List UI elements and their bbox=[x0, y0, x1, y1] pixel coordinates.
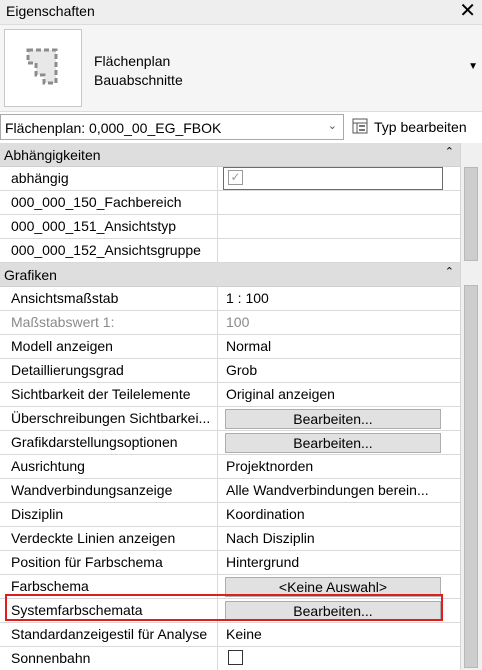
panel-titlebar: Eigenschaften ✕ bbox=[0, 0, 482, 24]
property-name: Maßstabswert 1: bbox=[0, 311, 218, 334]
instance-filter-value: Flächenplan: 0,000_00_EG_FBOK bbox=[5, 120, 222, 136]
group-label: Grafiken bbox=[4, 267, 57, 283]
property-value[interactable] bbox=[223, 239, 443, 262]
edit-type-icon bbox=[352, 118, 368, 134]
table-row[interactable]: Verdeckte Linien anzeigen Nach Disziplin bbox=[0, 527, 460, 551]
property-value[interactable]: Hintergrund bbox=[223, 551, 443, 574]
dependent-checkbox[interactable]: ✓ bbox=[228, 170, 243, 185]
properties-grid: Abhängigkeiten ⌃ abhängig ✓ 000_000_150_… bbox=[0, 143, 460, 670]
property-name: Überschreibungen Sichtbarkei... bbox=[0, 407, 218, 430]
property-value: 100 bbox=[226, 314, 250, 330]
property-value[interactable] bbox=[223, 215, 443, 238]
collapse-icon[interactable]: ⌃ bbox=[445, 265, 454, 278]
graphic-display-options-edit-button[interactable]: Bearbeiten... bbox=[225, 433, 441, 453]
table-row[interactable]: 000_000_152_Ansichtsgruppe bbox=[0, 239, 460, 263]
table-row[interactable]: Ansichtsmaßstab 1 : 100 bbox=[0, 287, 460, 311]
property-name: Systemfarbschemata bbox=[0, 599, 218, 622]
edit-type-button[interactable]: Typ bearbeiten bbox=[350, 114, 480, 140]
property-name: Grafikdarstellungsoptionen bbox=[0, 431, 218, 454]
close-icon[interactable]: ✕ bbox=[459, 0, 476, 22]
property-name: abhängig bbox=[0, 167, 218, 190]
property-name: Sonnenbahn bbox=[0, 647, 218, 670]
table-row[interactable]: Sichtbarkeit der Teilelemente Original a… bbox=[0, 383, 460, 407]
visibility-overrides-edit-button[interactable]: Bearbeiten... bbox=[225, 409, 441, 429]
property-value[interactable] bbox=[223, 191, 443, 214]
property-name: Sichtbarkeit der Teilelemente bbox=[0, 383, 218, 406]
chevron-down-icon: ⌄ bbox=[327, 120, 337, 132]
group-constraints[interactable]: Abhängigkeiten ⌃ bbox=[0, 143, 460, 167]
property-name: Farbschema bbox=[0, 575, 218, 598]
type-name: Bauabschnitte bbox=[94, 72, 183, 88]
scrollbar[interactable] bbox=[460, 143, 482, 670]
instance-filter-dropdown[interactable]: Flächenplan: 0,000_00_EG_FBOK ⌄ bbox=[0, 114, 344, 140]
system-color-schemes-edit-button[interactable]: Bearbeiten... bbox=[225, 601, 441, 621]
table-row: Maßstabswert 1: 100 bbox=[0, 311, 460, 335]
table-row[interactable]: Farbschema <Keine Auswahl> bbox=[0, 575, 460, 599]
property-name: Standardanzeigestil für Analyse bbox=[0, 623, 218, 646]
property-name: 000_000_152_Ansichtsgruppe bbox=[0, 239, 218, 262]
property-name: 000_000_150_Fachbereich bbox=[0, 191, 218, 214]
table-row[interactable]: Position für Farbschema Hintergrund bbox=[0, 551, 460, 575]
table-row[interactable]: Standardanzeigestil für Analyse Keine bbox=[0, 623, 460, 647]
color-scheme-button[interactable]: <Keine Auswahl> bbox=[225, 577, 441, 597]
table-row[interactable]: Überschreibungen Sichtbarkei... Bearbeit… bbox=[0, 407, 460, 431]
chevron-down-icon[interactable]: ▼ bbox=[468, 61, 478, 72]
property-name: Detaillierungsgrad bbox=[0, 359, 218, 382]
property-value[interactable]: Projektnorden bbox=[223, 455, 443, 478]
edit-type-label: Typ bearbeiten bbox=[374, 119, 467, 135]
collapse-icon[interactable]: ⌃ bbox=[445, 145, 454, 158]
property-value[interactable]: Nach Disziplin bbox=[223, 527, 443, 550]
table-row[interactable]: Ausrichtung Projektnorden bbox=[0, 455, 460, 479]
table-row[interactable]: Sonnenbahn bbox=[0, 647, 460, 670]
scrollbar-thumb[interactable] bbox=[464, 167, 478, 261]
property-value[interactable]: Original anzeigen bbox=[223, 383, 443, 406]
type-selector[interactable]: Flächenplan Bauabschnitte ▼ bbox=[0, 24, 482, 112]
property-name: Ansichtsmaßstab bbox=[0, 287, 218, 310]
property-value[interactable]: Grob bbox=[223, 359, 443, 382]
table-row[interactable]: Systemfarbschemata Bearbeiten... bbox=[0, 599, 460, 623]
property-value[interactable]: Koordination bbox=[223, 503, 443, 526]
property-name: Position für Farbschema bbox=[0, 551, 218, 574]
property-value[interactable]: Normal bbox=[223, 335, 443, 358]
property-value[interactable]: 1 : 100 bbox=[223, 287, 443, 310]
table-row[interactable]: abhängig ✓ bbox=[0, 167, 460, 191]
group-label: Abhängigkeiten bbox=[4, 147, 101, 163]
area-plan-icon bbox=[4, 29, 82, 107]
panel-title: Eigenschaften bbox=[6, 3, 95, 19]
scrollbar-thumb[interactable] bbox=[464, 285, 478, 668]
property-name: Wandverbindungsanzeige bbox=[0, 479, 218, 502]
group-graphics[interactable]: Grafiken ⌃ bbox=[0, 263, 460, 287]
property-value-field[interactable] bbox=[223, 167, 443, 190]
table-row[interactable]: 000_000_150_Fachbereich bbox=[0, 191, 460, 215]
table-row[interactable]: Detaillierungsgrad Grob bbox=[0, 359, 460, 383]
property-name: Modell anzeigen bbox=[0, 335, 218, 358]
type-family-name: Flächenplan bbox=[94, 53, 171, 69]
property-value[interactable]: Keine bbox=[223, 623, 443, 646]
table-row[interactable]: Modell anzeigen Normal bbox=[0, 335, 460, 359]
property-name: Disziplin bbox=[0, 503, 218, 526]
property-name: 000_000_151_Ansichtstyp bbox=[0, 215, 218, 238]
table-row[interactable]: Disziplin Koordination bbox=[0, 503, 460, 527]
property-value[interactable]: Alle Wandverbindungen berein... bbox=[223, 479, 443, 502]
sun-path-checkbox[interactable] bbox=[228, 650, 243, 665]
property-name: Ausrichtung bbox=[0, 455, 218, 478]
table-row[interactable]: 000_000_151_Ansichtstyp bbox=[0, 215, 460, 239]
table-row[interactable]: Wandverbindungsanzeige Alle Wandverbindu… bbox=[0, 479, 460, 503]
property-name: Verdeckte Linien anzeigen bbox=[0, 527, 218, 550]
table-row[interactable]: Grafikdarstellungsoptionen Bearbeiten... bbox=[0, 431, 460, 455]
